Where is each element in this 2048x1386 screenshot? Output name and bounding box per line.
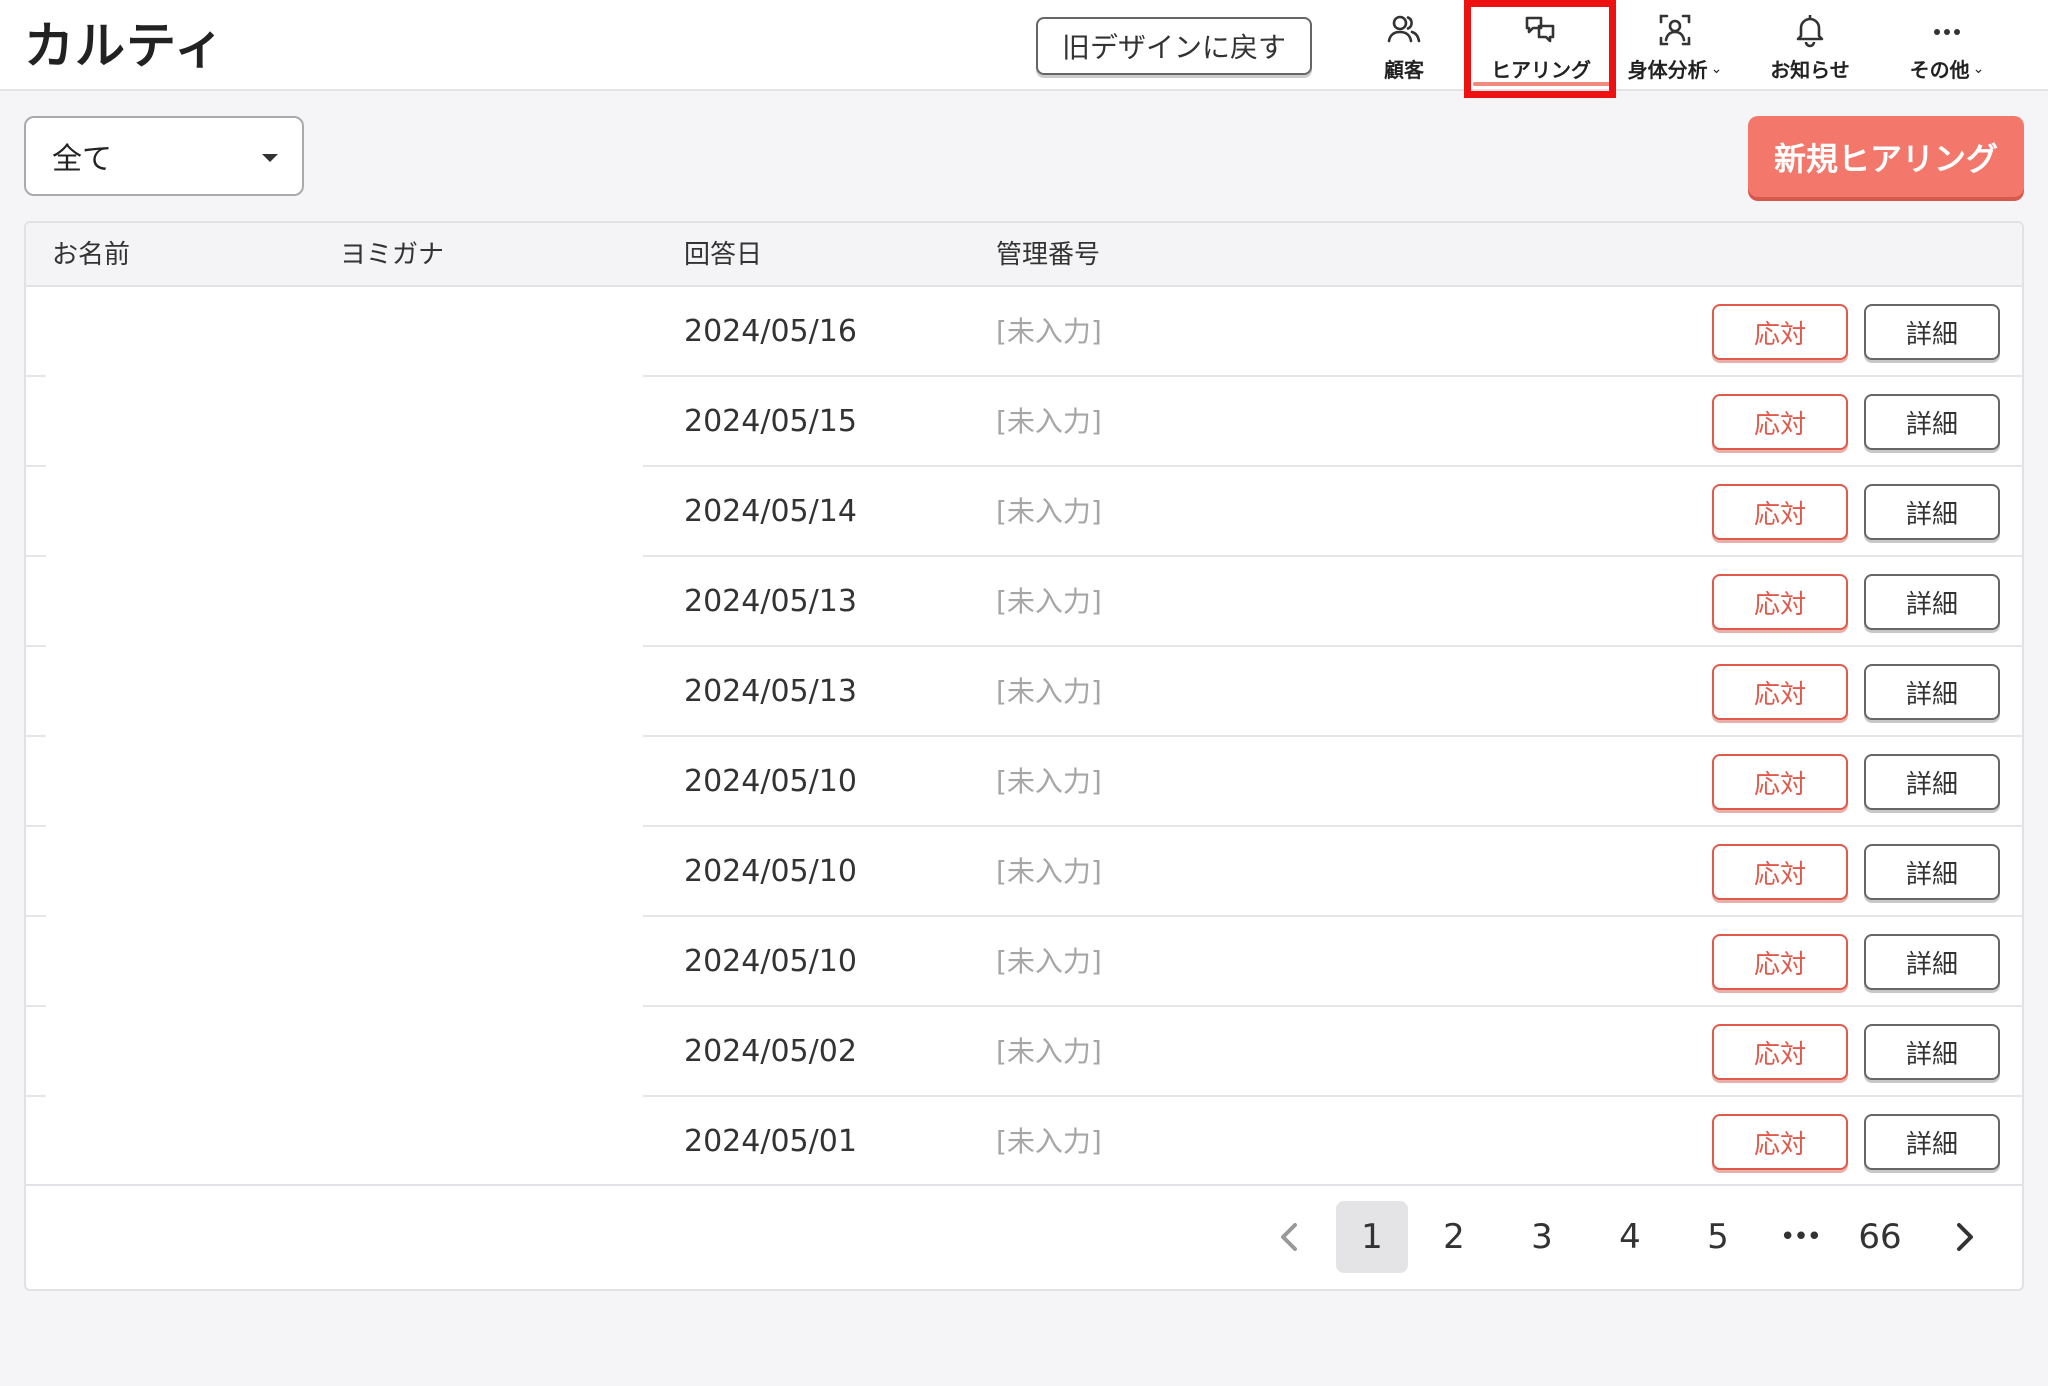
answer-date-cell: 2024/05/16: [684, 314, 857, 349]
nav-hearing-label: ヒアリング: [1491, 58, 1591, 82]
respond-button[interactable]: 応対: [1712, 484, 1848, 540]
detail-button[interactable]: 詳細: [1864, 754, 2000, 810]
app-logo[interactable]: カルティ: [24, 14, 225, 78]
nav-notifications[interactable]: お知らせ: [1762, 4, 1858, 84]
column-header-answer-date: 回答日: [684, 240, 763, 270]
management-number-cell: [未入力]: [996, 855, 1102, 888]
detail-button[interactable]: 詳細: [1864, 394, 2000, 450]
top-header: カルティ 旧デザインに戻す 顧客 ヒアリング 身体分析 ⌄ お知らせ その他 ⌄: [0, 0, 2048, 91]
respond-button[interactable]: 応対: [1712, 934, 1848, 990]
detail-button[interactable]: 詳細: [1864, 934, 2000, 990]
active-tab-indicator: [1473, 82, 1611, 86]
answer-date-cell: 2024/05/15: [684, 404, 857, 439]
management-number-cell: [未入力]: [996, 945, 1102, 978]
respond-button[interactable]: 応対: [1712, 1024, 1848, 1080]
respond-button[interactable]: 応対: [1712, 754, 1848, 810]
respond-button[interactable]: 応対: [1712, 664, 1848, 720]
management-number-cell: [未入力]: [996, 1035, 1102, 1068]
nav-hearing[interactable]: ヒアリング: [1484, 4, 1598, 84]
detail-button[interactable]: 詳細: [1864, 1024, 2000, 1080]
filter-select-value: 全て: [52, 142, 112, 177]
nav-body-analysis-label: 身体分析 ⌄: [1627, 58, 1723, 82]
dropdown-caret-icon: [262, 154, 278, 162]
table-row: 2024/05/10 [未入力] 応対 詳細: [26, 737, 2022, 827]
management-number-cell: [未入力]: [996, 765, 1102, 798]
respond-button[interactable]: 応対: [1712, 844, 1848, 900]
body-scan-icon: [1659, 14, 1691, 46]
table-row: 2024/05/10 [未入力] 応対 詳細: [26, 917, 2022, 1007]
detail-button[interactable]: 詳細: [1864, 844, 2000, 900]
column-header-name: お名前: [52, 240, 131, 270]
management-number-cell: [未入力]: [996, 1125, 1102, 1158]
table-row: 2024/05/10 [未入力] 応対 詳細: [26, 827, 2022, 917]
nav-customers-label: 顧客: [1384, 58, 1424, 82]
new-hearing-button[interactable]: 新規ヒアリング: [1748, 116, 2024, 197]
chat-bubbles-icon: [1525, 16, 1555, 43]
table-row: 2024/05/02 [未入力] 応対 詳細: [26, 1007, 2022, 1097]
management-number-cell: [未入力]: [996, 585, 1102, 618]
bell-icon: [1796, 15, 1824, 48]
page-1-button[interactable]: 1: [1336, 1201, 1408, 1273]
management-number-cell: [未入力]: [996, 315, 1102, 348]
nav-body-analysis[interactable]: 身体分析 ⌄: [1618, 4, 1732, 84]
chevron-down-icon: ⌄: [1972, 60, 1985, 77]
answer-date-cell: 2024/05/13: [684, 674, 857, 709]
page-5-button[interactable]: 5: [1688, 1201, 1748, 1273]
management-number-cell: [未入力]: [996, 675, 1102, 708]
respond-button[interactable]: 応対: [1712, 1114, 1848, 1170]
management-number-cell: [未入力]: [996, 405, 1102, 438]
answer-date-cell: 2024/05/10: [684, 944, 857, 979]
table-header: お名前 ヨミガナ 回答日 管理番号: [26, 223, 2022, 287]
answer-date-cell: 2024/05/13: [684, 584, 857, 619]
table-row: 2024/05/16 [未入力] 応対 詳細: [26, 287, 2022, 377]
page-2-button[interactable]: 2: [1424, 1201, 1484, 1273]
chevron-down-icon: ⌄: [1710, 60, 1723, 77]
detail-button[interactable]: 詳細: [1864, 484, 2000, 540]
pagination-divider: [26, 1184, 2022, 1186]
respond-button[interactable]: 応対: [1712, 304, 1848, 360]
management-number-cell: [未入力]: [996, 495, 1102, 528]
page-4-button[interactable]: 4: [1600, 1201, 1660, 1273]
revert-old-design-button[interactable]: 旧デザインに戻す: [1036, 17, 1312, 75]
nav-others[interactable]: その他 ⌄: [1896, 4, 1998, 84]
people-icon: [1387, 15, 1421, 43]
nav-customers[interactable]: 顧客: [1376, 4, 1432, 84]
nav-others-label: その他 ⌄: [1909, 58, 1985, 82]
table-row: 2024/05/13 [未入力] 応対 詳細: [26, 557, 2022, 647]
answer-date-cell: 2024/05/02: [684, 1034, 857, 1069]
column-header-kana: ヨミガナ: [340, 240, 445, 270]
table-row: 2024/05/14 [未入力] 応対 詳細: [26, 467, 2022, 557]
table-row: 2024/05/13 [未入力] 応対 詳細: [26, 647, 2022, 737]
page-last-button[interactable]: 66: [1844, 1201, 1916, 1273]
chevron-left-icon[interactable]: [1270, 1217, 1310, 1257]
answer-date-cell: 2024/05/10: [684, 854, 857, 889]
more-dots-icon: [1934, 29, 1960, 35]
detail-button[interactable]: 詳細: [1864, 574, 2000, 630]
chevron-right-icon[interactable]: [1944, 1217, 1984, 1257]
filter-select[interactable]: 全て: [24, 116, 304, 196]
detail-button[interactable]: 詳細: [1864, 664, 2000, 720]
table-row: 2024/05/01 [未入力] 応対 詳細: [26, 1097, 2022, 1187]
column-header-management-number: 管理番号: [996, 240, 1101, 270]
detail-button[interactable]: 詳細: [1864, 1114, 2000, 1170]
respond-button[interactable]: 応対: [1712, 574, 1848, 630]
hearing-table: お名前 ヨミガナ 回答日 管理番号 2024/05/16 [未入力] 応対 詳細 202…: [24, 221, 2024, 1291]
nav-notifications-label: お知らせ: [1770, 58, 1850, 82]
respond-button[interactable]: 応対: [1712, 394, 1848, 450]
table-row: 2024/05/15 [未入力] 応対 詳細: [26, 377, 2022, 467]
page-ellipsis: •••: [1779, 1222, 1822, 1252]
answer-date-cell: 2024/05/01: [684, 1124, 857, 1159]
page-3-button[interactable]: 3: [1512, 1201, 1572, 1273]
answer-date-cell: 2024/05/14: [684, 494, 857, 529]
detail-button[interactable]: 詳細: [1864, 304, 2000, 360]
answer-date-cell: 2024/05/10: [684, 764, 857, 799]
